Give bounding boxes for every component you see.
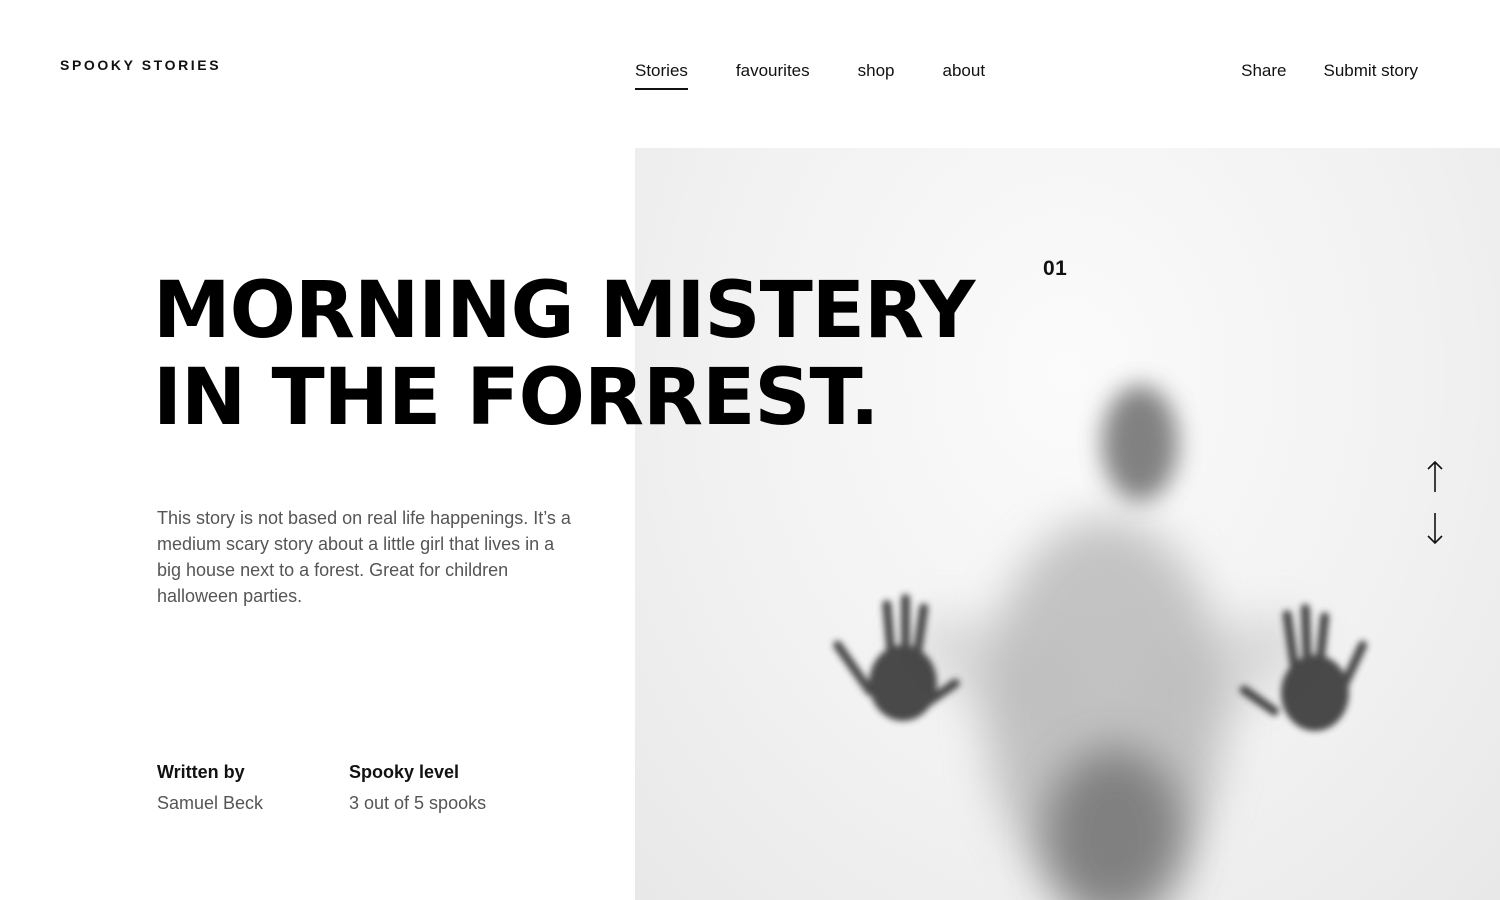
story-title-line-2: IN THE FORREST. <box>153 353 880 443</box>
arrow-down-icon <box>1427 513 1443 545</box>
brand-logo[interactable]: SPOOKY STORIES <box>60 57 221 73</box>
submit-story-link[interactable]: Submit story <box>1324 60 1418 82</box>
story-description: This story is not based on real life hap… <box>157 508 571 606</box>
written-by-label: Written by <box>157 762 245 782</box>
next-slide-button[interactable] <box>1424 511 1446 545</box>
author-name: Samuel Beck <box>157 793 264 813</box>
nav-item-stories[interactable]: Stories <box>635 60 688 90</box>
spooky-level-label: Spooky level <box>349 762 460 782</box>
story-title: MORNING MISTERY IN THE FORREST. <box>153 266 975 443</box>
story-title-line-1: MORNING MISTERY <box>153 266 975 356</box>
written-by-block: Written by Samuel Beck <box>157 760 263 815</box>
main-nav: Stories favourites shop about <box>635 60 1033 90</box>
ghost-figure-illustration <box>833 385 1368 900</box>
share-link[interactable]: Share <box>1241 60 1286 82</box>
spooky-level-block: Spooky level 3 out of 5 spooks <box>349 760 486 815</box>
nav-item-favourites[interactable]: favourites <box>736 60 810 82</box>
hero-image <box>635 148 1500 900</box>
arrow-up-icon <box>1427 460 1443 492</box>
header-actions: Share Submit story <box>1204 60 1418 82</box>
nav-item-about[interactable]: about <box>943 60 986 82</box>
slide-number: 01 <box>1043 257 1068 280</box>
spooky-level-value: 3 out of 5 spooks <box>349 793 487 813</box>
nav-item-shop[interactable]: shop <box>858 60 895 82</box>
previous-slide-button[interactable] <box>1424 460 1446 494</box>
